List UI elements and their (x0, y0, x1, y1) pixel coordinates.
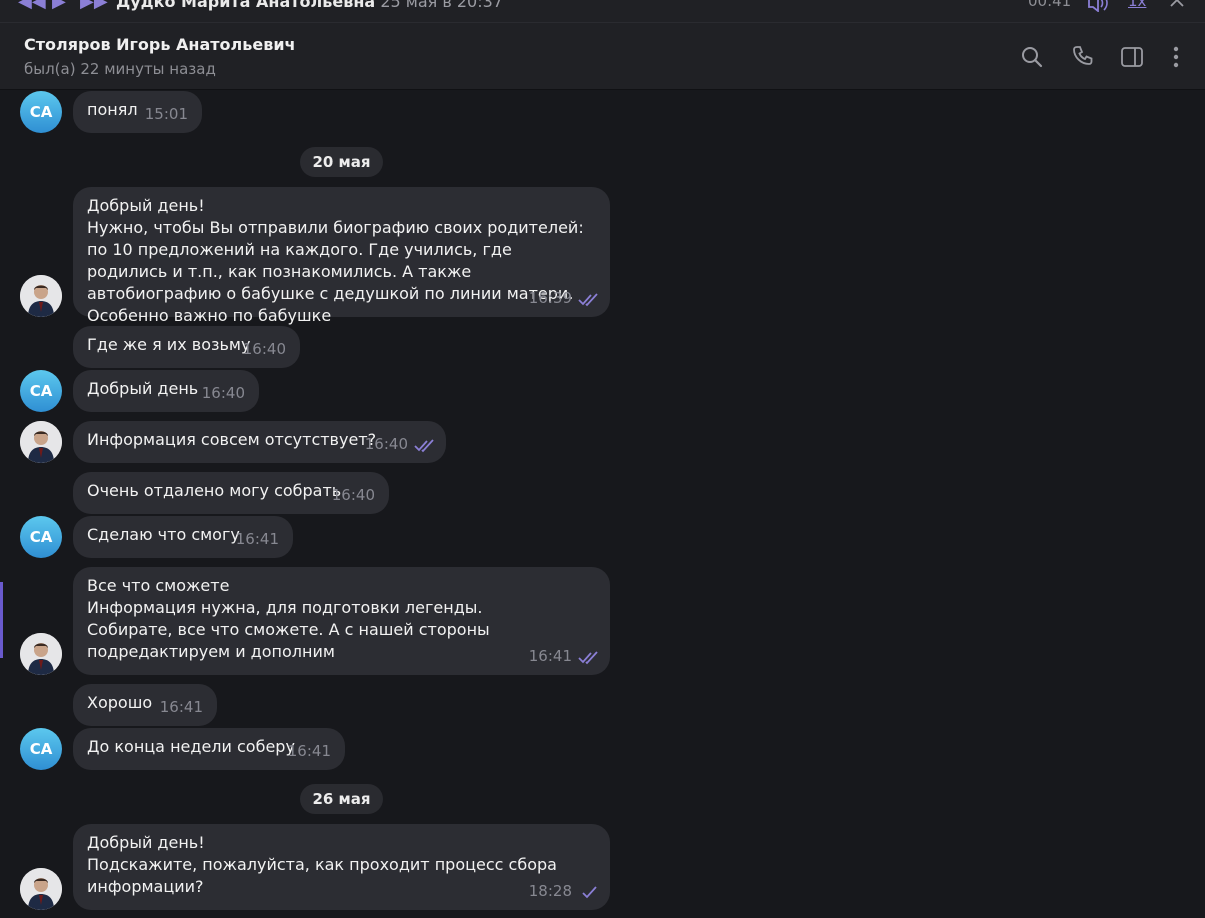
forward-icon[interactable]: ▶▶ (80, 0, 108, 12)
contact-status: был(а) 22 минуты назад (24, 60, 216, 78)
avatar[interactable]: СА (20, 728, 62, 770)
play-icon[interactable]: ▶ (52, 0, 66, 12)
chat-header: Столяров Игорь Анатольевич был(а) 22 мин… (0, 23, 1205, 90)
sidebar-toggle-icon[interactable] (1120, 45, 1144, 69)
message-text: Хорошо (87, 693, 153, 712)
avatar[interactable] (20, 421, 62, 463)
message-bubble[interactable]: Хорошо 16:41 (73, 684, 217, 726)
message-bubble[interactable]: Информация совсем отсутствует? 16:40 (73, 421, 446, 463)
avatar-photo (20, 633, 62, 675)
message-text: Где же я их возьму (87, 335, 251, 354)
audio-date: 25 мая в 20:37 (380, 0, 503, 11)
message-text: Добрый день! Нужно, чтобы Вы отправили б… (87, 196, 584, 325)
audio-duration: 00:41 (1028, 0, 1072, 10)
message-list[interactable]: СА понял 15:01 20 мая Добрый день! Нужно… (0, 90, 1205, 918)
message-time: 16:40 (201, 384, 245, 402)
message-time: 16:41 (287, 742, 331, 760)
message-text: До конца недели соберу (87, 737, 295, 756)
message-time: 16:41 (235, 530, 279, 548)
message-text: понял (87, 100, 138, 119)
message-text: Сделаю что смогу (87, 525, 240, 544)
date-separator: 26 мая (300, 784, 383, 814)
date-separator: 20 мая (300, 147, 383, 177)
double-check-icon (414, 439, 434, 453)
rewind-icon[interactable]: ◀◀ (18, 0, 46, 12)
search-icon[interactable] (1020, 45, 1044, 69)
message-bubble[interactable]: понял 15:01 (73, 91, 202, 133)
message-time: 18:28 (528, 882, 572, 900)
message-time: 15:01 (144, 105, 188, 123)
avatar[interactable]: СА (20, 370, 62, 412)
audio-player-bar: ◀◀ ▶ ▶▶ Дудко Марита Анатольевна 25 мая … (0, 0, 1205, 23)
message-bubble[interactable]: Очень отдалено могу собрать 16:40 (73, 472, 389, 514)
message-text: Информация совсем отсутствует? (87, 430, 377, 449)
message-bubble[interactable]: Добрый день! Подскажите, пожалуйста, как… (73, 824, 610, 910)
avatar[interactable] (20, 275, 62, 317)
message-text: Добрый день (87, 379, 199, 398)
double-check-icon (578, 293, 598, 307)
avatar[interactable]: СА (20, 91, 62, 133)
message-time: 16:40 (364, 435, 408, 453)
message-bubble[interactable]: Сделаю что смогу 16:41 (73, 516, 293, 558)
avatar[interactable]: СА (20, 516, 62, 558)
more-vert-icon[interactable] (1164, 45, 1188, 69)
scroll-indicator (0, 582, 3, 658)
message-bubble[interactable]: До конца недели соберу 16:41 (73, 728, 345, 770)
avatar-photo (20, 421, 62, 463)
avatar-photo (20, 275, 62, 317)
message-time: 16:41 (528, 647, 572, 665)
message-bubble[interactable]: Все что сможете Информация нужна, для по… (73, 567, 610, 675)
audio-author: Дудко Марита Анатольевна (116, 0, 376, 11)
check-icon (582, 886, 597, 899)
message-text: Добрый день! Подскажите, пожалуйста, как… (87, 833, 557, 896)
message-text: Очень отдалено могу собрать (87, 481, 342, 500)
message-time: 16:39 (528, 289, 572, 307)
playback-speed[interactable]: 1x (1128, 0, 1146, 10)
audio-track-title[interactable]: Дудко Марита Анатольевна 25 мая в 20:37 (116, 0, 503, 11)
contact-name[interactable]: Столяров Игорь Анатольевич (24, 35, 296, 54)
avatar[interactable] (20, 633, 62, 675)
message-time: 16:40 (331, 486, 375, 504)
message-bubble[interactable]: Где же я их возьму 16:40 (73, 326, 300, 368)
phone-icon[interactable] (1071, 45, 1095, 69)
message-time: 16:41 (159, 698, 203, 716)
volume-icon[interactable] (1086, 0, 1110, 12)
avatar[interactable] (20, 868, 62, 910)
message-time: 16:40 (242, 340, 286, 358)
avatar-photo (20, 868, 62, 910)
message-bubble[interactable]: Добрый день 16:40 (73, 370, 259, 412)
double-check-icon (578, 651, 598, 665)
close-icon[interactable] (1168, 0, 1186, 12)
message-bubble[interactable]: Добрый день! Нужно, чтобы Вы отправили б… (73, 187, 610, 325)
message-text: Все что сможете Информация нужна, для по… (87, 576, 490, 661)
